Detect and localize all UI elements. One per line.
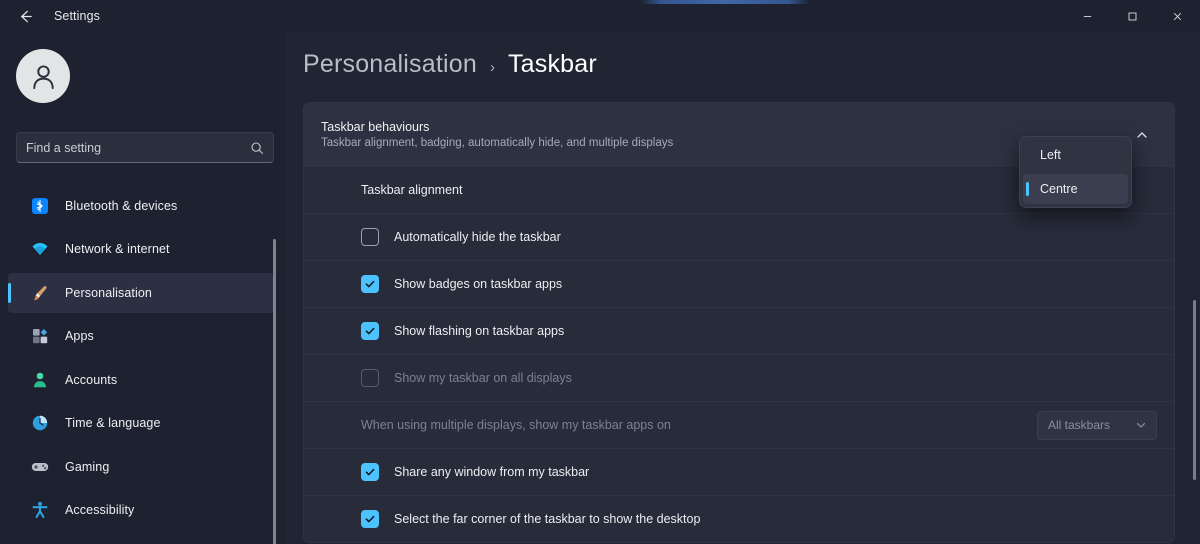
card-subtitle: Taskbar alignment, badging, automaticall… xyxy=(321,137,674,149)
sidebar-item-bluetooth-and-devices[interactable]: Bluetooth & devices xyxy=(8,186,274,226)
row-label: Show badges on taskbar apps xyxy=(394,277,563,291)
option-label: Centre xyxy=(1040,182,1078,196)
breadcrumb: Personalisation › Taskbar xyxy=(303,50,597,79)
sidebar: Find a setting Bluetooth & devices Netwo… xyxy=(0,32,286,544)
window-snap-indicator xyxy=(640,0,810,4)
search-placeholder: Find a setting xyxy=(26,140,102,155)
sidebar-scrollbar[interactable] xyxy=(273,239,276,544)
dropdown-option-left[interactable]: Left xyxy=(1023,140,1128,170)
card-title: Taskbar behaviours xyxy=(321,120,430,134)
settings-window: Settings Find a setting Bluetooth & devi… xyxy=(0,0,1200,544)
page-title: Taskbar xyxy=(507,50,597,78)
search-icon xyxy=(250,141,264,155)
apps-icon xyxy=(30,327,49,346)
sidebar-item-personalisation[interactable]: Personalisation xyxy=(8,272,274,313)
share-any-window-checkbox[interactable] xyxy=(361,463,379,481)
window-title: Settings xyxy=(54,9,100,23)
content-area: Personalisation › Taskbar Taskbar behavi… xyxy=(286,32,1200,544)
back-button[interactable] xyxy=(10,1,40,31)
automatically-hide-taskbar-checkbox[interactable] xyxy=(361,228,379,246)
window-controls xyxy=(1065,0,1200,32)
option-label: Left xyxy=(1040,148,1061,162)
paintbrush-icon xyxy=(30,283,49,302)
bluetooth-icon xyxy=(30,196,49,215)
avatar[interactable] xyxy=(16,49,70,103)
checkmark-icon xyxy=(365,515,375,523)
taskbar-alignment-dropdown-flyout: Left Centre xyxy=(1019,136,1132,208)
chevron-down-icon xyxy=(1136,420,1146,430)
sidebar-item-label: Bluetooth & devices xyxy=(65,198,178,213)
sidebar-item-apps[interactable]: Apps xyxy=(8,316,274,356)
checkmark-icon xyxy=(365,468,375,476)
checkmark-icon xyxy=(365,280,375,288)
show-flashing-checkbox[interactable] xyxy=(361,322,379,340)
sidebar-item-label: Personalisation xyxy=(65,285,152,300)
maximize-button[interactable] xyxy=(1110,0,1155,32)
arrow-left-icon xyxy=(20,10,32,22)
row-show-badges[interactable]: Show badges on taskbar apps xyxy=(304,260,1174,307)
title-bar: Settings xyxy=(0,0,1200,32)
content-scrollbar[interactable] xyxy=(1193,300,1196,480)
sidebar-item-accounts[interactable]: Accounts xyxy=(8,360,274,400)
close-icon xyxy=(1173,12,1182,20)
row-multiple-displays-apps: When using multiple displays, show my ta… xyxy=(304,401,1174,448)
row-label: Automatically hide the taskbar xyxy=(394,230,561,244)
sidebar-item-network-and-internet[interactable]: Network & internet xyxy=(8,229,274,269)
row-label: Select the far corner of the taskbar to … xyxy=(394,512,701,526)
show-badges-checkbox[interactable] xyxy=(361,275,379,293)
chevron-up-icon xyxy=(1137,131,1147,138)
sidebar-item-label: Gaming xyxy=(65,459,110,474)
dropdown-option-centre[interactable]: Centre xyxy=(1023,174,1128,204)
sidebar-item-label: Accessibility xyxy=(65,503,135,517)
breadcrumb-separator-icon: › xyxy=(489,59,495,76)
gamepad-icon xyxy=(30,457,49,476)
clock-icon xyxy=(30,414,49,433)
multiple-displays-apps-dropdown: All taskbars xyxy=(1037,410,1157,440)
breadcrumb-parent[interactable]: Personalisation xyxy=(303,50,477,79)
close-button[interactable] xyxy=(1155,0,1200,32)
sidebar-item-privacy-and-security[interactable]: Privacy & security xyxy=(8,534,274,544)
minimize-button[interactable] xyxy=(1065,0,1110,32)
dropdown-value: All taskbars xyxy=(1048,418,1111,432)
maximize-icon xyxy=(1128,12,1137,20)
sidebar-item-accessibility[interactable]: Accessibility xyxy=(8,490,274,530)
checkmark-icon xyxy=(365,327,375,335)
sidebar-item-time-and-language[interactable]: Time & language xyxy=(8,403,274,443)
sidebar-item-label: Accounts xyxy=(65,372,118,387)
sidebar-item-label: Apps xyxy=(65,329,94,343)
sidebar-item-label: Network & internet xyxy=(65,242,170,256)
row-label: Share any window from my taskbar xyxy=(394,465,590,479)
row-label: Show flashing on taskbar apps xyxy=(394,324,565,338)
user-avatar-icon xyxy=(32,64,54,89)
account-icon xyxy=(30,370,49,389)
sidebar-nav-list: Bluetooth & devices Network & internet P… xyxy=(0,182,286,544)
row-show-flashing[interactable]: Show flashing on taskbar apps xyxy=(304,307,1174,354)
row-show-taskbar-all-displays: Show my taskbar on all displays xyxy=(304,354,1174,401)
sidebar-item-gaming[interactable]: Gaming xyxy=(8,447,274,487)
wifi-icon xyxy=(30,240,49,259)
sidebar-item-label: Time & language xyxy=(65,416,161,430)
row-far-corner-show-desktop[interactable]: Select the far corner of the taskbar to … xyxy=(304,495,1174,542)
search-input[interactable]: Find a setting xyxy=(16,132,274,163)
accessibility-icon xyxy=(30,501,49,520)
row-share-any-window[interactable]: Share any window from my taskbar xyxy=(304,448,1174,495)
row-automatically-hide-taskbar[interactable]: Automatically hide the taskbar xyxy=(304,213,1174,260)
row-label: Show my taskbar on all displays xyxy=(394,371,572,385)
minimize-icon xyxy=(1083,15,1092,17)
show-taskbar-all-displays-checkbox xyxy=(361,369,379,387)
far-corner-show-desktop-checkbox[interactable] xyxy=(361,510,379,528)
row-label: When using multiple displays, show my ta… xyxy=(361,418,671,432)
